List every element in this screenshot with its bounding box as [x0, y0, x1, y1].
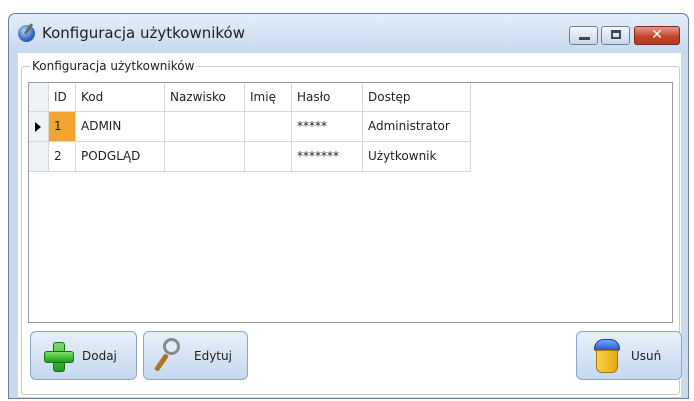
group-label: Konfiguracja użytkowników — [30, 59, 197, 73]
table-row[interactable]: 2 PODGLĄD ******* Użytkownik — [29, 142, 672, 172]
delete-button-label: Usuń — [631, 348, 662, 363]
cell-kod[interactable]: PODGLĄD — [76, 142, 165, 172]
title-bar[interactable]: Konfiguracja użytkowników ✕ — [9, 14, 688, 54]
trash-bin-icon — [594, 338, 620, 373]
magnifier-icon — [152, 337, 184, 374]
minimize-button[interactable] — [569, 26, 598, 45]
plus-icon — [42, 340, 74, 372]
minimize-icon — [579, 37, 590, 40]
grid-header: ID Kod Nazwisko Imię Hasło Dostęp — [29, 83, 672, 112]
column-header-id[interactable]: ID — [49, 83, 76, 112]
cell-nazwisko[interactable] — [165, 112, 245, 142]
row-indicator[interactable] — [29, 112, 49, 142]
cell-id[interactable]: 2 — [49, 142, 76, 172]
cell-kod[interactable]: ADMIN — [76, 112, 165, 142]
cell-haslo[interactable]: ******* — [292, 142, 363, 172]
column-header-kod[interactable]: Kod — [76, 83, 165, 112]
cell-imie[interactable] — [245, 112, 292, 142]
app-icon — [18, 25, 35, 42]
edit-button-label: Edytuj — [194, 348, 232, 363]
cell-id[interactable]: 1 — [49, 112, 76, 142]
column-header-haslo[interactable]: Hasło — [292, 83, 363, 112]
close-button[interactable]: ✕ — [634, 26, 680, 45]
cell-nazwisko[interactable] — [165, 142, 245, 172]
current-row-arrow-icon — [35, 122, 41, 132]
cell-dostep[interactable]: Użytkownik — [363, 142, 471, 172]
window-title: Konfiguracja użytkowników — [42, 24, 245, 42]
close-icon: ✕ — [651, 27, 663, 43]
cell-dostep[interactable]: Administrator — [363, 112, 471, 142]
maximize-icon — [611, 30, 621, 39]
column-header-imie[interactable]: Imię — [245, 83, 292, 112]
maximize-button[interactable] — [601, 26, 630, 45]
delete-button[interactable]: Usuń — [576, 331, 682, 380]
cell-haslo[interactable]: ***** — [292, 112, 363, 142]
add-button[interactable]: Dodaj — [30, 331, 137, 380]
users-grid[interactable]: ID Kod Nazwisko Imię Hasło Dostęp 1 ADMI… — [28, 82, 673, 323]
column-header-dostep[interactable]: Dostęp — [363, 83, 471, 112]
row-indicator-header — [29, 83, 49, 112]
cell-imie[interactable] — [245, 142, 292, 172]
column-header-nazwisko[interactable]: Nazwisko — [165, 83, 245, 112]
edit-button[interactable]: Edytuj — [143, 331, 248, 380]
table-row[interactable]: 1 ADMIN ***** Administrator — [29, 112, 672, 142]
row-indicator[interactable] — [29, 142, 49, 172]
add-button-label: Dodaj — [82, 348, 117, 363]
